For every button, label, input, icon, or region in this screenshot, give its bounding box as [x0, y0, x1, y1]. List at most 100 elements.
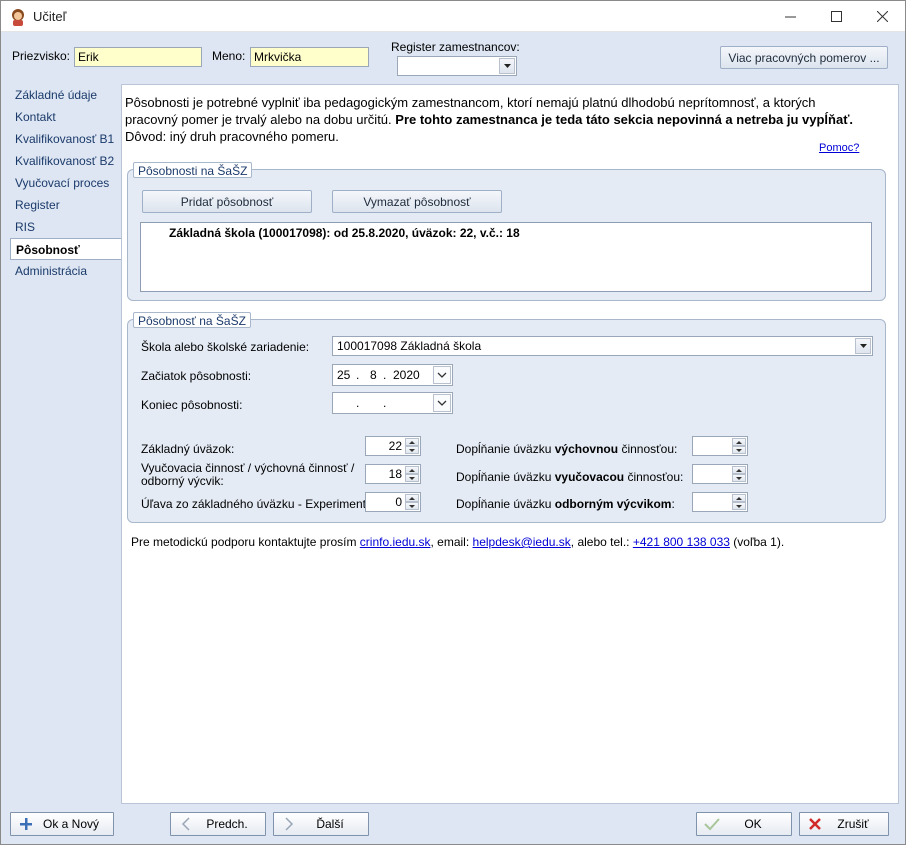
sidebar-item-register[interactable]: Register: [10, 194, 122, 216]
chevron-down-icon: [437, 400, 447, 406]
sidebar-item-administration[interactable]: Administrácia: [10, 260, 122, 282]
school-dropdown-arrow[interactable]: [855, 338, 871, 354]
close-button[interactable]: [859, 1, 905, 32]
minimize-button[interactable]: [767, 1, 813, 32]
end-date-dropdown[interactable]: [433, 394, 451, 412]
intro-bold: Pre tohto zamestnanca je teda táto sekci…: [395, 112, 854, 127]
maximize-button[interactable]: [813, 1, 859, 32]
name-input[interactable]: Mrkvička: [250, 47, 369, 67]
scopes-group-title: Pôsobnosti na ŠaŠZ: [133, 162, 253, 178]
delete-scope-button[interactable]: Vymazať pôsobnosť: [332, 190, 502, 213]
more-contracts-button[interactable]: Viac pracovných pomerov ...: [720, 46, 888, 69]
spin-down-icon[interactable]: [405, 502, 419, 510]
name-label: Meno:: [212, 49, 246, 63]
spinner-arrows: [405, 438, 419, 454]
window-title: Učiteľ: [33, 9, 67, 24]
spin-up-icon[interactable]: [732, 466, 746, 474]
intro-text: Pôsobnosti je potrebné vyplniť iba pedag…: [125, 94, 865, 145]
sidebar-item-qualification-b2[interactable]: Kvalifikovanosť B2: [10, 150, 122, 172]
spinner-arrows: [405, 466, 419, 482]
fill2-bold: vyučovacou: [554, 470, 625, 484]
spin-up-icon[interactable]: [405, 438, 419, 446]
sidebar-item-ris[interactable]: RIS: [10, 216, 122, 238]
prev-label: Predch.: [206, 817, 248, 831]
teaching-label-line1: Vyučovacia činnosť / výchovná činnosť /: [141, 461, 355, 475]
date-separator: .: [383, 396, 387, 410]
ok-label: OK: [744, 817, 762, 831]
minimize-icon: [784, 16, 796, 18]
scope-detail-group: Pôsobnosť na ŠaŠZ Škola alebo školské za…: [127, 312, 886, 523]
spin-down-icon[interactable]: [405, 474, 419, 482]
register-label: Register zamestnancov:: [391, 40, 520, 54]
relief-value: 0: [395, 495, 402, 509]
relief-spinner[interactable]: 0: [365, 492, 421, 512]
sidebar-item-basic[interactable]: Základné údaje: [10, 84, 122, 106]
cross-icon: [804, 817, 826, 831]
spin-up-icon[interactable]: [732, 494, 746, 502]
maximize-icon: [830, 11, 842, 22]
sidebar-item-contact[interactable]: Kontakt: [10, 106, 122, 128]
basic-load-spinner[interactable]: 22: [365, 436, 421, 456]
dropdown-arrow[interactable]: [499, 58, 515, 74]
list-item[interactable]: Základná škola (100017098): od 25.8.2020…: [169, 226, 520, 240]
contact-middle1: , email:: [430, 535, 470, 549]
school-combo[interactable]: 100017098 Základná škola: [332, 336, 873, 356]
sidebar-item-qualification-b1[interactable]: Kvalifikovanosť B1: [10, 128, 122, 150]
fill-training-spinner[interactable]: [692, 492, 748, 512]
helpdesk-email-link[interactable]: helpdesk@iedu.sk: [473, 535, 571, 549]
sidebar-nav: Základné údaje Kontakt Kvalifikovanosť B…: [10, 84, 122, 282]
end-label: Koniec pôsobnosti:: [141, 398, 243, 412]
teaching-spinner[interactable]: 18: [365, 464, 421, 484]
start-year: 2020: [393, 368, 420, 382]
register-combo[interactable]: [397, 56, 517, 76]
next-button[interactable]: Ďalší: [273, 812, 369, 836]
school-label: Škola alebo školské zariadenie:: [141, 340, 310, 354]
fill-educational-label: Dopĺňanie úväzku výchovnou činnosťou:: [456, 442, 677, 456]
spin-down-icon[interactable]: [732, 474, 746, 482]
teacher-avatar-icon: [12, 9, 24, 26]
spin-up-icon[interactable]: [405, 494, 419, 502]
ok-new-button[interactable]: Ok a Nový: [10, 812, 114, 836]
spin-up-icon[interactable]: [732, 438, 746, 446]
spin-down-icon[interactable]: [732, 446, 746, 454]
end-date-picker[interactable]: . .: [332, 392, 453, 414]
scope-detail-group-title: Pôsobnosť na ŠaŠZ: [133, 312, 251, 328]
spin-down-icon[interactable]: [405, 446, 419, 454]
phone-link[interactable]: +421 800 138 033: [633, 535, 730, 549]
fill3-suffix: :: [671, 497, 675, 511]
fill1-suffix: činnosťou:: [621, 442, 678, 456]
main-panel: Pôsobnosti je potrebné vyplniť iba pedag…: [121, 84, 899, 804]
fill-teaching-spinner[interactable]: [692, 464, 748, 484]
spin-up-icon[interactable]: [405, 466, 419, 474]
start-date-dropdown[interactable]: [433, 366, 451, 384]
surname-input[interactable]: Erik: [74, 47, 202, 67]
fill-prefix: Dopĺňanie úväzku: [456, 442, 552, 456]
crinfo-link[interactable]: crinfo.iedu.sk: [360, 535, 431, 549]
chevron-down-icon: [859, 344, 867, 348]
chevron-right-icon: [278, 817, 300, 831]
ok-new-label: Ok a Nový: [42, 817, 99, 831]
chevron-left-icon: [175, 817, 197, 831]
sidebar-item-teaching-process[interactable]: Vyučovací proces: [10, 172, 122, 194]
sidebar-item-scope[interactable]: Pôsobnosť: [10, 238, 122, 260]
school-value: 100017098 Základná škola: [337, 339, 482, 353]
help-link[interactable]: Pomoc?: [819, 142, 859, 154]
basic-load-value: 22: [388, 439, 402, 453]
plus-icon: [15, 817, 37, 831]
start-date-picker[interactable]: 25 . 8 . 2020: [332, 364, 453, 386]
date-separator: .: [356, 368, 360, 382]
teaching-value: 18: [388, 467, 402, 481]
cancel-button[interactable]: Zrušiť: [799, 812, 889, 836]
date-separator: .: [383, 368, 387, 382]
teaching-label-line2: odborný výcvik:: [141, 474, 224, 488]
ok-button[interactable]: OK: [696, 812, 792, 836]
spinner-arrows: [732, 466, 746, 482]
scopes-list[interactable]: Základná škola (100017098): od 25.8.2020…: [140, 222, 872, 292]
contact-info: Pre metodickú podporu kontaktujte prosím…: [131, 535, 784, 549]
prev-button[interactable]: Predch.: [170, 812, 266, 836]
start-label: Začiatok pôsobnosti:: [141, 369, 252, 383]
add-scope-button[interactable]: Pridať pôsobnosť: [142, 190, 312, 213]
fill-educational-spinner[interactable]: [692, 436, 748, 456]
contact-prefix: Pre metodickú podporu kontaktujte prosím: [131, 535, 357, 549]
spin-down-icon[interactable]: [732, 502, 746, 510]
